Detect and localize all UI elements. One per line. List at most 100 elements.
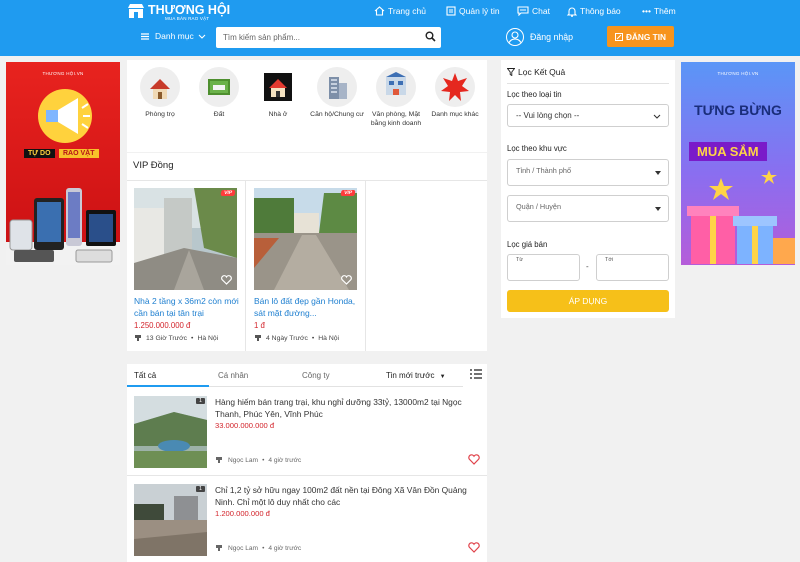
district-select[interactable]: Quận / Huyện bbox=[507, 195, 669, 222]
nav-home[interactable]: Trang chủ bbox=[374, 4, 426, 18]
vip-card-title[interactable]: Nhà 2 tầng x 36m2 còn mới cần bán tại tâ… bbox=[134, 295, 242, 319]
sort-dropdown[interactable]: Tin mới trước ▼ bbox=[386, 371, 446, 380]
filter-panel: Lọc Kết Quả Lọc theo loại tin -- Vui lòn… bbox=[501, 60, 675, 318]
list-item[interactable]: 1 Hàng hiếm bán trang trại, khu nghỉ dưỡ… bbox=[127, 388, 487, 476]
vip-section-title: VIP Đồng bbox=[133, 160, 174, 171]
manage-icon bbox=[446, 6, 456, 16]
chevron-down-icon bbox=[198, 34, 206, 39]
caret-down-icon bbox=[655, 171, 661, 175]
province-select[interactable]: Tỉnh / Thành phố bbox=[507, 159, 669, 186]
category-item-phong-tro[interactable]: Phòng trọ bbox=[130, 67, 190, 120]
listing-section: Tất cả Cá nhân Công ty Tin mới trước ▼ 1… bbox=[127, 364, 487, 562]
list-item-user: Ngọc Lam bbox=[228, 544, 259, 552]
chevron-down-icon bbox=[653, 114, 661, 119]
vip-card-time: 13 Giờ Trước bbox=[146, 334, 188, 342]
sort-label: Tin mới trước bbox=[386, 371, 435, 380]
header-bar: THƯƠNG HỘI MUA BÁN RAO VẶT Trang chủ Quả… bbox=[0, 0, 800, 56]
left-banner-tag2: RAO VẶT bbox=[59, 149, 99, 158]
divider bbox=[507, 83, 669, 84]
price-from-input[interactable]: Từ bbox=[507, 254, 580, 281]
megaphone-icon bbox=[38, 89, 92, 143]
type-select-value: -- Vui lòng chọn -- bbox=[516, 111, 580, 120]
list-item-time: 4 giờ trước bbox=[268, 544, 302, 552]
post-ad-button[interactable]: ĐĂNG TIN bbox=[607, 26, 674, 47]
edit-icon bbox=[614, 32, 623, 41]
tab-company[interactable]: Công ty bbox=[302, 371, 330, 380]
type-select[interactable]: -- Vui lòng chọn -- bbox=[507, 104, 669, 127]
vip-card[interactable]: VIP Bán lô đất đẹp gần Honda, sát mặt đư… bbox=[247, 181, 366, 351]
category-item-van-phong[interactable]: Văn phòng, Mặt bằng kinh doanh bbox=[366, 67, 426, 128]
category-label: Căn hộ/Chung cư bbox=[310, 111, 364, 118]
category-label: Nhà ở bbox=[268, 111, 288, 118]
vip-card-image: VIP bbox=[134, 188, 237, 290]
tab-personal[interactable]: Cá nhân bbox=[218, 371, 248, 380]
list-view-icon[interactable] bbox=[470, 368, 482, 380]
list-item[interactable]: 1 Chỉ 1,2 tỷ sở hữu ngay 100m2 đất nền t… bbox=[127, 476, 487, 562]
right-banner-brand: THƯƠNG HỘI.VN bbox=[717, 71, 759, 76]
search-input[interactable] bbox=[223, 31, 413, 44]
category-item-nha-o[interactable]: Nhà ở bbox=[248, 67, 308, 120]
left-banner-tag1: TỰ DO bbox=[24, 149, 55, 158]
heart-icon[interactable] bbox=[341, 275, 352, 285]
more-dots-icon: ••• bbox=[642, 6, 651, 16]
apply-filter-label: ÁP DỤNG bbox=[568, 296, 608, 306]
heart-icon[interactable] bbox=[468, 454, 480, 465]
category-menu-button[interactable]: Danh mục bbox=[141, 31, 206, 41]
listing-tabs: Tất cả Cá nhân Công ty Tin mới trước ▼ bbox=[127, 364, 487, 387]
district-select-value: Quận / Huyện bbox=[516, 202, 562, 211]
nav-chat[interactable]: Chat bbox=[517, 4, 550, 18]
filter-price-label: Lọc giá bán bbox=[507, 240, 548, 249]
hamburger-icon bbox=[141, 32, 149, 40]
vip-card-image: VIP bbox=[254, 188, 357, 290]
nav-more-label: Thêm bbox=[653, 6, 676, 16]
right-banner-line2: MUA SẮM bbox=[689, 142, 767, 161]
list-item-meta: Ngọc Lam • 4 giờ trước bbox=[215, 456, 301, 464]
apply-filter-button[interactable]: ÁP DỤNG bbox=[507, 290, 669, 312]
search-icon[interactable] bbox=[425, 31, 436, 42]
user-avatar-icon bbox=[506, 28, 524, 46]
price-range-dash: - bbox=[586, 262, 589, 271]
list-item-title[interactable]: Chỉ 1,2 tỷ sở hữu ngay 100m2 đất nền tại… bbox=[215, 484, 477, 508]
filter-title: Lọc Kết Quả bbox=[507, 67, 565, 77]
list-item-title[interactable]: Hàng hiếm bán trang trại, khu nghỉ dưỡng… bbox=[215, 396, 477, 420]
price-to-input[interactable]: Tới bbox=[596, 254, 669, 281]
category-item-khac[interactable]: Danh mục khác bbox=[425, 67, 485, 120]
right-ad-banner[interactable]: THƯƠNG HỘI.VN TƯNG BỪNG MUA SẮM bbox=[681, 62, 795, 265]
nav-more[interactable]: ••• Thêm bbox=[642, 4, 676, 18]
login-button[interactable]: Đăng nhập bbox=[506, 27, 573, 47]
user-icon bbox=[255, 335, 261, 341]
list-item-meta: Ngọc Lam • 4 giờ trước bbox=[215, 544, 301, 552]
nav-home-label: Trang chủ bbox=[388, 6, 426, 16]
list-item-image: 1 bbox=[134, 484, 207, 556]
category-item-can-ho[interactable]: Căn hộ/Chung cư bbox=[307, 67, 367, 120]
post-ad-label: ĐĂNG TIN bbox=[625, 31, 667, 42]
login-label: Đăng nhập bbox=[530, 32, 574, 42]
vip-card-price: 1 đ bbox=[254, 321, 265, 330]
nav-notify[interactable]: Thông báo bbox=[567, 4, 621, 18]
vip-section: VIP Đồng VIP Nhà 2 tầng x 36m2 còn mới c… bbox=[127, 153, 487, 351]
house-icon bbox=[140, 67, 180, 107]
nav-manage[interactable]: Quản lý tin bbox=[446, 4, 500, 18]
vip-badge: VIP bbox=[220, 190, 236, 196]
photo-count-badge: 1 bbox=[195, 398, 205, 404]
filter-icon bbox=[507, 68, 515, 76]
home-icon bbox=[258, 67, 298, 107]
left-banner-brand: THƯƠNG HỘI.VN bbox=[42, 71, 84, 76]
store-icon bbox=[128, 4, 144, 18]
heart-icon[interactable] bbox=[468, 542, 480, 553]
logo[interactable]: THƯƠNG HỘI MUA BÁN RAO VẶT bbox=[127, 2, 230, 22]
active-tab-indicator bbox=[127, 385, 209, 387]
photo-count-badge: 1 bbox=[195, 486, 205, 492]
tab-all[interactable]: Tất cả bbox=[134, 371, 156, 380]
category-label: Văn phòng, Mặt bằng kinh doanh bbox=[370, 111, 422, 127]
search-box bbox=[216, 27, 441, 48]
vip-card[interactable]: VIP Nhà 2 tầng x 36m2 còn mới cần bán tạ… bbox=[127, 181, 246, 351]
filter-type-label: Lọc theo loại tin bbox=[507, 90, 562, 99]
price-from-label: Từ bbox=[516, 257, 524, 263]
vip-card-title[interactable]: Bán lô đất đẹp gần Honda, sát mặt đường.… bbox=[254, 295, 362, 319]
vip-card-meta: 4 Ngày Trước • Hà Nội bbox=[254, 334, 339, 342]
list-item-image: 1 bbox=[134, 396, 207, 468]
category-item-dat[interactable]: Đất bbox=[189, 67, 249, 120]
left-ad-banner[interactable]: THƯƠNG HỘI.VN TỰ DO RAO VẶT bbox=[6, 62, 120, 265]
heart-icon[interactable] bbox=[221, 275, 232, 285]
